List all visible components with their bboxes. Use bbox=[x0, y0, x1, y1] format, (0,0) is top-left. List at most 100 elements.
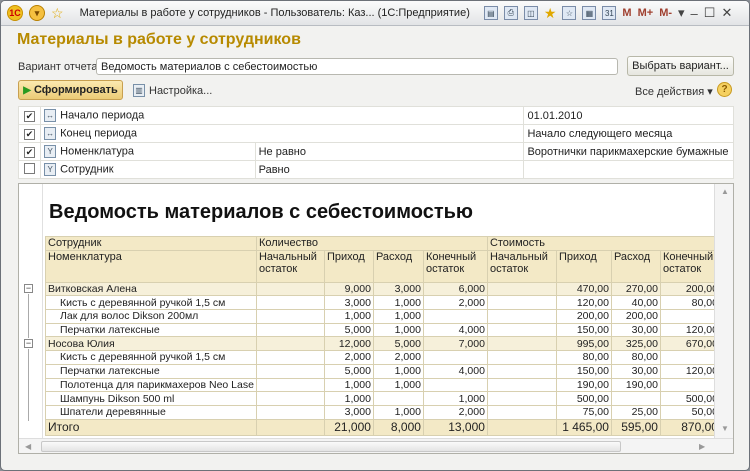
filter-checkbox-cell[interactable]: ✔ bbox=[17, 106, 42, 125]
calculator-icon[interactable]: ▦ bbox=[582, 6, 597, 20]
row-value: 3,000 bbox=[323, 295, 374, 311]
header-cost-opening: Начальный остаток bbox=[486, 249, 557, 283]
table-row: Перчатки латексные 5,000 1,000 4,000 150,00 3… bbox=[45, 322, 721, 338]
row-name: Перчатки латексные bbox=[45, 363, 257, 379]
filter-name-cell[interactable]: Y Сотрудник bbox=[40, 160, 256, 179]
row-value: 25,00 bbox=[610, 404, 661, 420]
header-cost-in: Приход bbox=[555, 249, 612, 283]
favorites-star-icon[interactable]: ☆ bbox=[51, 5, 64, 22]
filter-checkbox-cell[interactable] bbox=[17, 160, 42, 179]
row-value: 1,000 bbox=[422, 391, 488, 406]
filter-name-cell[interactable]: ↔ Начало периода bbox=[40, 106, 525, 125]
filter-field-icon: ↔ bbox=[44, 127, 57, 140]
filter-checkbox[interactable]: ✔ bbox=[24, 110, 36, 122]
row-value: 2,000 bbox=[372, 350, 424, 365]
row-value: 1,000 bbox=[323, 377, 374, 393]
row-value: 150,00 bbox=[555, 322, 612, 338]
row-value: 670,00 bbox=[659, 336, 721, 352]
filter-checkbox-cell[interactable]: ✔ bbox=[17, 124, 42, 143]
help-button[interactable]: ? bbox=[717, 82, 732, 97]
print-icon[interactable]: ⎙ bbox=[503, 6, 518, 20]
filter-name-cell[interactable]: ↔ Конец периода bbox=[40, 124, 525, 143]
row-value: 4,000 bbox=[422, 322, 488, 338]
scroll-left-icon[interactable]: ◀ bbox=[25, 442, 31, 451]
save-icon[interactable]: ▤ bbox=[483, 6, 498, 20]
calendar-icon[interactable]: 31 bbox=[602, 6, 617, 20]
row-name: Кисть с деревянной ручкой 1,5 см bbox=[45, 350, 257, 365]
all-actions-menu[interactable]: Все действия ▾ bbox=[635, 85, 713, 98]
memory-plus-button[interactable]: M+ bbox=[638, 7, 654, 19]
horizontal-scrollbar[interactable]: ◀ ▶ bbox=[19, 438, 733, 453]
filter-checkbox[interactable]: ✔ bbox=[24, 128, 36, 140]
filter-name: Номенклатура bbox=[60, 145, 134, 158]
maximize-icon[interactable]: ☐ bbox=[704, 5, 716, 21]
scroll-right-icon[interactable]: ▶ bbox=[699, 442, 705, 451]
row-value bbox=[659, 309, 721, 324]
row-name: Шампунь Dikson 500 ml bbox=[45, 391, 257, 406]
preview-icon[interactable]: ◫ bbox=[523, 6, 538, 20]
header-row: Номенклатура Начальный остаток Приход Ра… bbox=[45, 249, 721, 283]
filter-value[interactable]: 01.01.2010 bbox=[523, 106, 734, 125]
row-name: Шпатели деревянные bbox=[45, 404, 257, 420]
row-value bbox=[486, 336, 557, 352]
filter-name-cell[interactable]: Y Номенклатура bbox=[40, 142, 256, 161]
scroll-thumb[interactable] bbox=[41, 441, 621, 452]
row-value bbox=[659, 377, 721, 393]
filter-condition[interactable]: Не равно bbox=[254, 142, 525, 161]
settings-button[interactable]: ▥ Настройка... bbox=[133, 84, 212, 97]
filter-checkbox-cell[interactable]: ✔ bbox=[17, 142, 42, 161]
group-line bbox=[28, 349, 29, 421]
row-value: 200,00 bbox=[659, 281, 721, 297]
dropdown-icon[interactable]: ▾ bbox=[678, 5, 685, 21]
memory-m-button[interactable]: M bbox=[622, 7, 631, 19]
row-value: 75,00 bbox=[555, 404, 612, 420]
row-value bbox=[255, 295, 325, 311]
add-favorite-icon[interactable]: ★ bbox=[544, 5, 557, 22]
filter-row: ✔ ↔ Начало периода 01.01.2010 bbox=[17, 106, 734, 125]
close-icon[interactable]: ✕ bbox=[721, 5, 732, 21]
favorites-icon[interactable]: ☆ bbox=[562, 6, 577, 20]
title-bar: 1С ▾ ☆ Материалы в работе у сотрудников … bbox=[1, 1, 749, 26]
report-table: Сотрудник Количество Стоимость Номенклат… bbox=[45, 236, 721, 436]
collapse-group-icon[interactable]: − bbox=[24, 339, 33, 348]
row-value: 190,00 bbox=[610, 377, 661, 393]
filter-value[interactable]: Начало следующего месяца bbox=[523, 124, 734, 143]
row-value bbox=[486, 377, 557, 393]
memory-minus-button[interactable]: M- bbox=[659, 7, 672, 19]
filter-value[interactable]: Воротнички парикмахерские бумажные bbox=[523, 142, 734, 161]
main-menu-icon[interactable]: ▾ bbox=[29, 5, 45, 21]
header-row: Сотрудник Количество Стоимость bbox=[45, 236, 721, 251]
row-value: 1,000 bbox=[372, 295, 424, 311]
row-name: Перчатки латексные bbox=[45, 322, 257, 338]
minimize-icon[interactable]: – bbox=[691, 6, 698, 21]
row-value bbox=[255, 363, 325, 379]
row-value bbox=[255, 322, 325, 338]
header-item: Номенклатура bbox=[45, 249, 257, 283]
scroll-up-icon[interactable]: ▲ bbox=[721, 187, 729, 196]
row-value: 5,000 bbox=[323, 363, 374, 379]
variant-input[interactable]: Ведомость материалов с себестоимостью bbox=[96, 58, 618, 75]
filter-name: Конец периода bbox=[60, 127, 137, 140]
row-value: 150,00 bbox=[555, 363, 612, 379]
row-value: 995,00 bbox=[555, 336, 612, 352]
filter-condition[interactable]: Равно bbox=[254, 160, 525, 179]
collapse-group-icon[interactable]: − bbox=[24, 284, 33, 293]
choose-variant-button[interactable]: Выбрать вариант... bbox=[627, 56, 734, 76]
row-value: 50,00 bbox=[659, 404, 721, 420]
filter-checkbox[interactable] bbox=[24, 162, 36, 174]
row-value: 200,00 bbox=[610, 309, 661, 324]
settings-label: Настройка... bbox=[149, 84, 213, 97]
generate-button[interactable]: ▶ Сформировать bbox=[18, 80, 123, 100]
vertical-scrollbar[interactable]: ▲ ▼ bbox=[714, 184, 733, 438]
row-value: 5,000 bbox=[372, 336, 424, 352]
filter-checkbox[interactable]: ✔ bbox=[24, 146, 36, 158]
scroll-down-icon[interactable]: ▼ bbox=[721, 424, 729, 433]
row-value: 40,00 bbox=[610, 295, 661, 311]
filter-value[interactable] bbox=[523, 160, 734, 179]
row-value: 2,000 bbox=[422, 404, 488, 420]
row-value: 2,000 bbox=[422, 295, 488, 311]
table-row: Кисть с деревянной ручкой 1,5 см 3,000 1,0… bbox=[45, 295, 721, 311]
row-value bbox=[255, 350, 325, 365]
row-value: 3,000 bbox=[323, 404, 374, 420]
row-value: 500,00 bbox=[659, 391, 721, 406]
